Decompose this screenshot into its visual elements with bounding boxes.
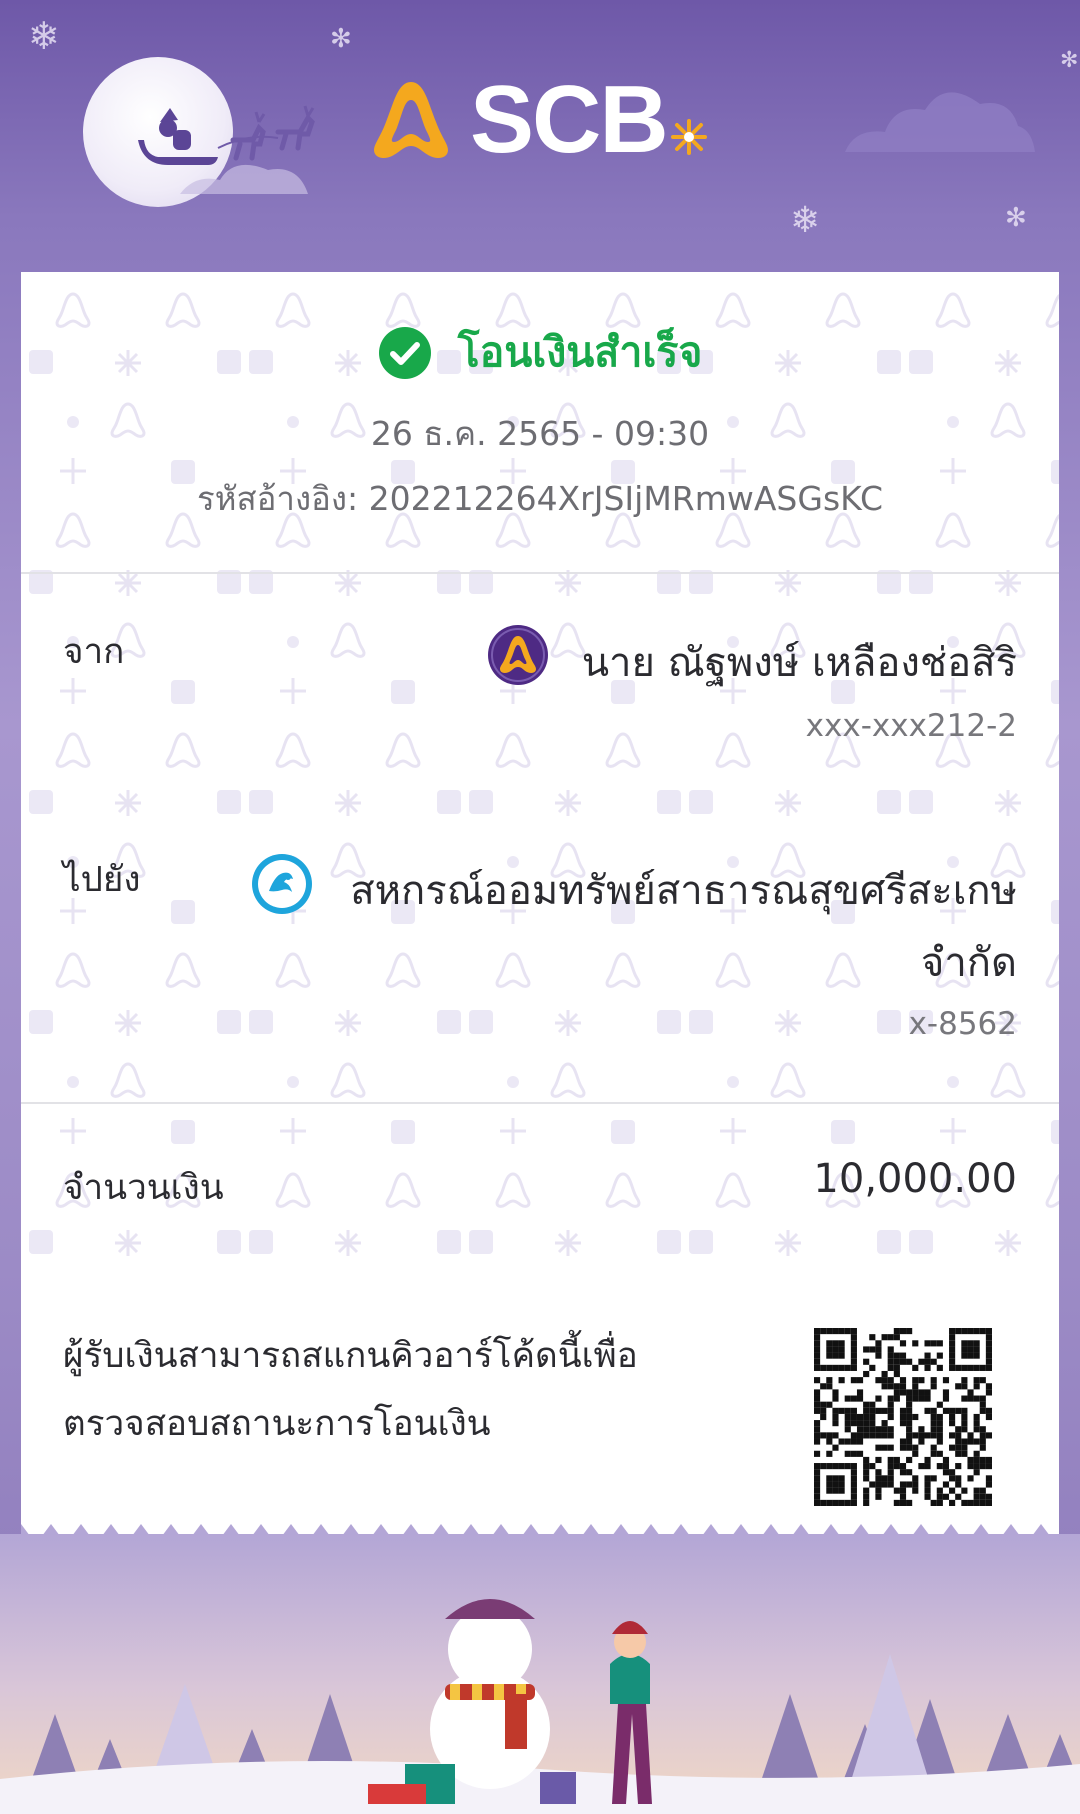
header-banner: SCB ❄ ✻ ❄ ✻ ✻ <box>0 0 1080 272</box>
cloud-illustration <box>845 92 1035 152</box>
scb-logo: SCB <box>370 70 720 170</box>
sender-account: xxx-xxx212-2 <box>805 708 1017 744</box>
scb-bell-icon <box>488 625 548 685</box>
amount-value: 10,000.00 <box>813 1156 1017 1202</box>
recipient-name-line2: จำกัด <box>920 940 1017 986</box>
scb-bell-icon <box>374 82 448 158</box>
divider <box>21 1102 1059 1104</box>
qr-note-line1: ผู้รับเงินสามารถสแกนคิวอาร์โค้ดนี้เพื่อ <box>63 1336 638 1376</box>
recipient-account: x-8562 <box>908 1006 1017 1042</box>
amount-label: จำนวนเงิน <box>63 1168 224 1208</box>
from-label: จาก <box>63 632 125 672</box>
sparkle-icon <box>671 119 707 155</box>
snowflake-icon: ✻ <box>1005 203 1027 233</box>
receipt-card: โอนเงินสำเร็จ 26 ธ.ค. 2565 - 09:30 รหัสอ… <box>21 272 1059 1540</box>
winter-scene-illustration <box>0 1534 1080 1814</box>
reference-label: รหัสอ้างอิง: <box>196 479 359 518</box>
snowflake-icon: ❄ <box>790 200 821 241</box>
check-circle-icon <box>378 326 431 379</box>
brand-name: SCB <box>470 66 669 173</box>
reference-line: รหัสอ้างอิง: 202212264XrJSIjMRmwASGsKC <box>21 472 1059 525</box>
snowflake-icon: ✻ <box>330 24 352 54</box>
recipient-name: สหกรณ์ออมทรัพย์สาธารณสุขศรีสะเกษ <box>350 868 1017 914</box>
sender-name: นาย ณัฐพงษ์ เหลืองช่อสิริ <box>581 640 1017 686</box>
snowflake-icon: ✻ <box>1060 48 1079 73</box>
transaction-datetime: 26 ธ.ค. 2565 - 09:30 <box>370 414 710 453</box>
divider <box>21 572 1059 574</box>
reference-value: 202212264XrJSIjMRmwASGsKC <box>368 479 884 518</box>
qr-note: ผู้รับเงินสามารถสแกนคิวอาร์โค้ดนี้เพื่อ … <box>63 1322 723 1458</box>
snowflake-icon: ❄ <box>28 14 60 58</box>
krungthai-bank-icon <box>252 854 312 914</box>
transfer-status: โอนเงินสำเร็จ <box>21 320 1059 385</box>
qr-code-icon <box>814 1328 992 1506</box>
to-label: ไปยัง <box>63 860 141 900</box>
cloud-small-illustration <box>180 164 308 194</box>
status-text: โอนเงินสำเร็จ <box>457 328 703 376</box>
qr-note-line2: ตรวจสอบสถานะการโอนเงิน <box>63 1404 491 1444</box>
